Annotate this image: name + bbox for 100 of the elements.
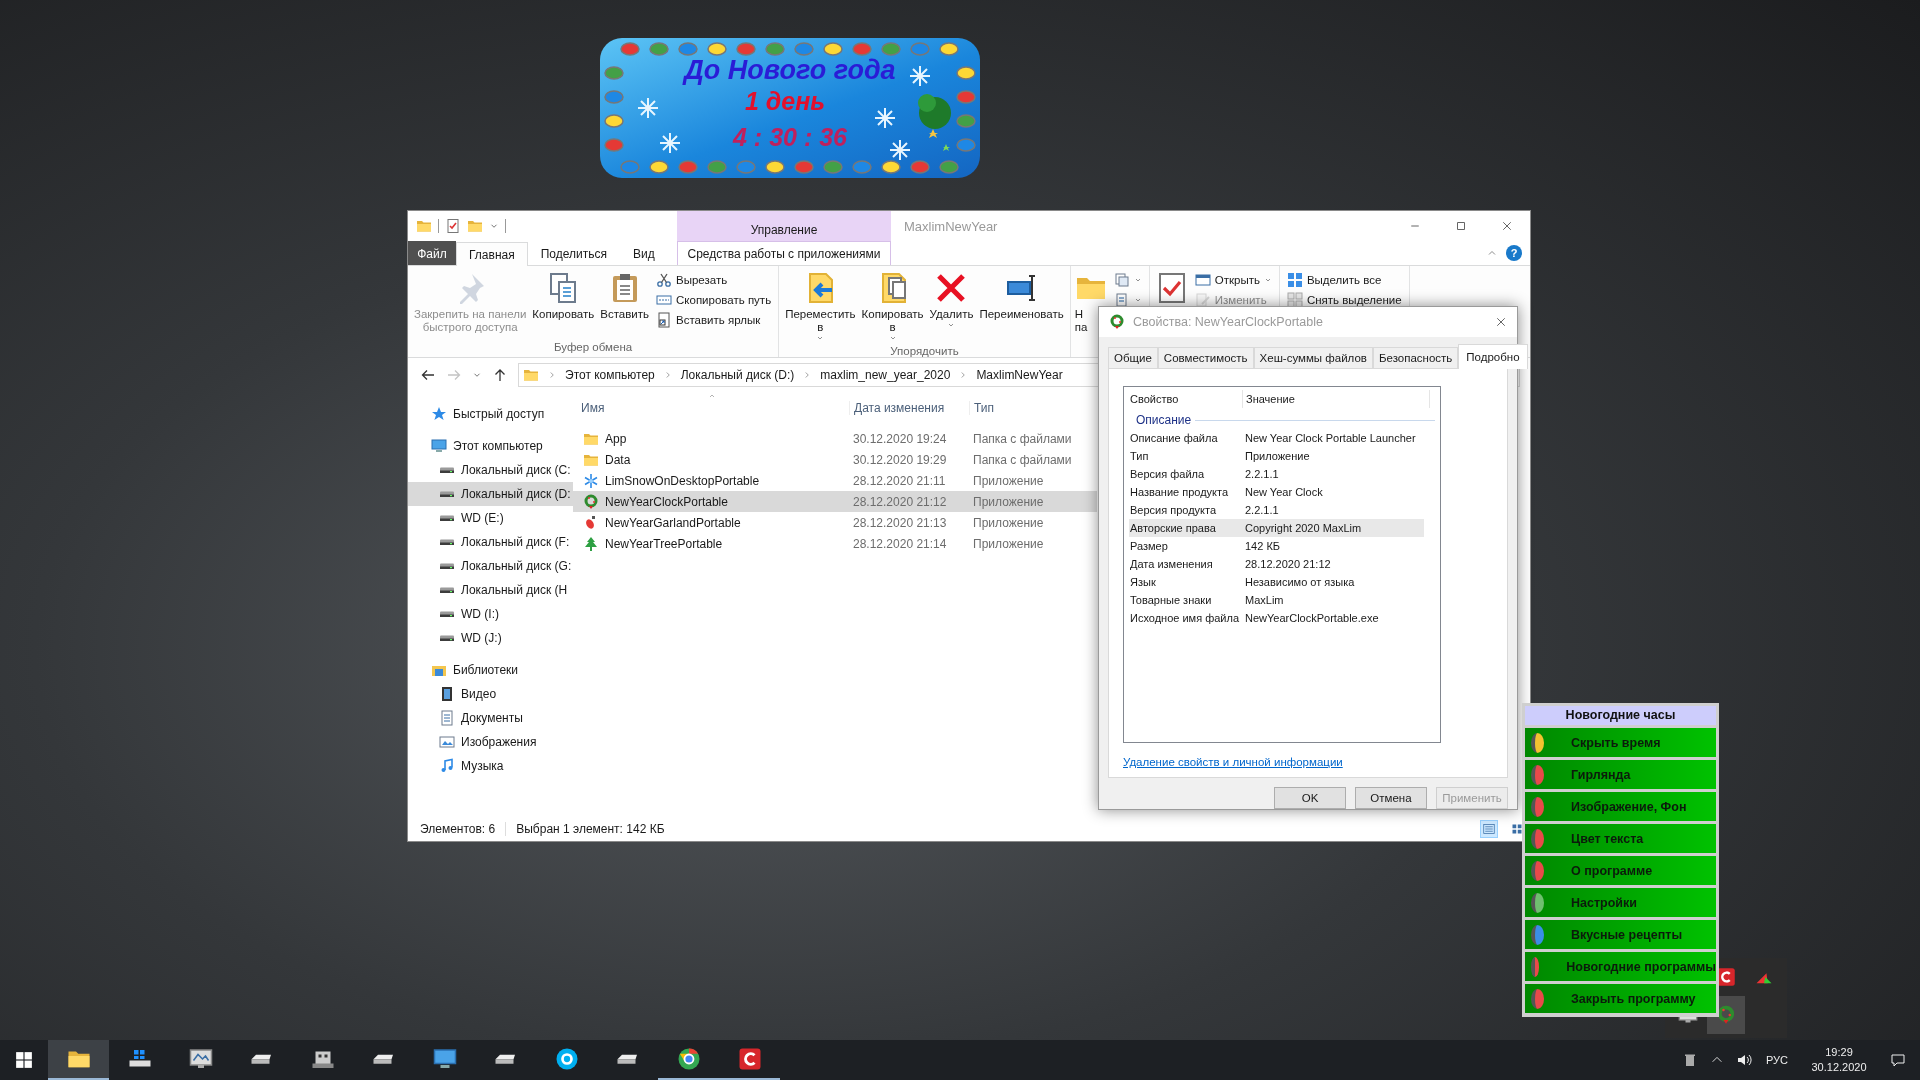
navigation-item[interactable]: WD (J:) [408,626,573,650]
help-button[interactable]: ? [1506,245,1522,261]
property-row[interactable]: Название продукта New Year Clock [1129,483,1424,501]
countdown-time: 4 : 30 : 36 [733,122,847,153]
dialog-tab[interactable]: Безопасность [1372,347,1459,368]
remove-properties-link[interactable]: Удаление свойств и личной информации [1123,756,1493,768]
property-row[interactable]: Язык Независимо от языка [1129,573,1424,591]
property-name: Товарные знаки [1129,594,1213,606]
dialog-button[interactable]: OK [1274,787,1346,809]
property-row[interactable]: Версия продукта 2.2.1.1 [1129,501,1424,519]
menu-item[interactable]: Закрыть программу [1525,984,1716,1013]
breadcrumb-item[interactable]: MaxlimNewYear [976,368,1063,382]
ribbon-tab[interactable]: Вид [619,241,668,265]
property-row[interactable]: Исходное имя файла NewYearClockPortable.exe [1129,609,1424,627]
dialog-title: Свойства: NewYearClockPortable [1133,315,1323,329]
ribbon-button[interactable]: Копировать [530,270,597,323]
menu-title: Новогодние часы [1525,706,1716,725]
file-row[interactable]: App 30.12.2020 19:24 Папка с файлами [573,428,1097,449]
back-icon[interactable] [420,367,436,383]
file-name: NewYearClockPortable [605,494,728,509]
navigation-item[interactable]: Этот компьютер [408,434,573,458]
select-all-icon [1286,272,1303,288]
file-name: NewYearTreePortable [605,536,723,551]
navigation-item[interactable]: WD (E:) [408,506,573,530]
ribbon-button[interactable]: Удалить [927,270,976,331]
navigation-item[interactable]: Локальный диск (C: [408,458,573,482]
file-row[interactable]: NewYearGarlandPortable 28.12.2020 21:13 Приложение [573,512,1097,533]
dialog-tab[interactable]: Совместимость [1157,347,1254,368]
file-row[interactable]: NewYearTreePortable 28.12.2020 21:14 Приложение [573,533,1097,554]
taskbar-button[interactable] [48,1040,109,1080]
breadcrumb-item[interactable]: maxlim_new_year_2020 [820,368,951,382]
clock[interactable]: 19:29 30.12.2020 [1796,1040,1882,1080]
navigation-item[interactable]: Видео [408,682,573,706]
property-value: Copyright 2020 MaxLim [1244,522,1363,534]
computer-icon [432,1047,457,1071]
menu-item[interactable]: О программе [1525,856,1716,885]
ribbon-button[interactable]: Переместить в [783,270,858,344]
file-row[interactable]: Data 30.12.2020 19:29 Папка с файлами [573,449,1097,470]
ribbon-tab[interactable]: Поделиться [527,241,620,265]
dialog-tab[interactable]: Общие [1108,347,1158,368]
column-header[interactable]: Имя [573,401,849,415]
ribbon-button[interactable]: Копировать в [859,270,926,344]
ribbon-button[interactable]: Вставить [598,270,651,323]
close-icon [1501,220,1513,232]
property-row[interactable]: Описание файла New Year Clock Portable Launcher [1129,429,1424,447]
ribbon-group-label: Буфер обмена [554,340,633,355]
ribbon-button[interactable]: Снять выделение [1283,291,1405,309]
dialog-tab[interactable]: Подробно [1458,344,1528,369]
checklist-icon[interactable] [445,218,461,234]
menu-item[interactable]: Гирлянда [1525,760,1716,789]
ribbon-tab[interactable]: Главная [456,242,528,266]
menu-item[interactable]: Скрыть время [1525,728,1716,757]
menu-item[interactable]: Вкусные рецепты [1525,920,1716,949]
dialog-button[interactable]: Отмена [1355,787,1427,809]
navigation-item[interactable]: WD (I:) [408,602,573,626]
chat-app-icon [554,1047,579,1071]
navigation-item[interactable]: Быстрый доступ [408,402,573,426]
menu-item[interactable]: Новогодние программы [1525,952,1716,981]
breadcrumb-item[interactable]: Локальный диск (D:) [680,368,795,382]
property-row[interactable]: Тип Приложение [1129,447,1424,465]
keyboard-language[interactable]: РУС [1765,1054,1788,1066]
ribbon-tab[interactable]: Средства работы с приложениями [677,241,891,265]
ribbon-button[interactable]: Открыть [1191,271,1275,289]
column-header[interactable]: Тип [969,401,1090,415]
ribbon-tab[interactable]: Файл [408,241,456,265]
property-row[interactable]: Дата изменения 28.12.2020 21:12 [1129,555,1424,573]
navigation-item[interactable]: Локальный диск (G: [408,554,573,578]
navigation-item[interactable]: Изображения [408,730,573,754]
notification-icon[interactable] [1890,1052,1906,1068]
ribbon-button[interactable]: Выделить все [1283,271,1405,289]
navigation-item[interactable]: Музыка [408,754,573,778]
navigation-item[interactable]: Локальный диск (H [408,578,573,602]
drive-icon [493,1053,518,1065]
menu-item[interactable]: Цвет текста [1525,824,1716,853]
ribbon-button[interactable]: Вставить ярлык [653,311,775,329]
navigation-item[interactable]: Локальный диск (F: [408,530,573,554]
file-row[interactable]: NewYearClockPortable 28.12.2020 21:12 Приложение [573,491,1097,512]
menu-item[interactable]: Изображение, Фон [1525,792,1716,821]
property-row[interactable]: Версия файла 2.2.1.1 [1129,465,1424,483]
column-header[interactable]: Дата изменения [849,401,969,415]
property-row[interactable]: Размер 142 КБ [1129,537,1424,555]
navigation-item[interactable]: Локальный диск (D: [408,482,573,506]
navigation-item[interactable]: Библиотеки [408,658,573,682]
tree-icon [583,535,599,552]
folder-icon [523,367,539,383]
file-date: 28.12.2020 21:12 [852,494,948,509]
ribbon-button[interactable]: Скопировать путь [653,291,775,309]
close-icon[interactable] [1495,316,1507,328]
file-row[interactable]: LimSnowOnDesktopPortable 28.12.2020 21:11 Приложение [573,470,1097,491]
speaker-icon[interactable] [1735,1052,1752,1068]
ribbon-button[interactable]: Переименовать [977,270,1066,323]
property-row[interactable]: Авторские права Copyright 2020 MaxLim [1129,519,1424,537]
drive-icon [439,490,455,498]
details-view-button[interactable] [1480,820,1498,838]
navigation-item[interactable]: Документы [408,706,573,730]
ribbon-button[interactable]: Вырезать [653,271,775,289]
dialog-tab[interactable]: Хеш-суммы файлов [1253,347,1373,368]
breadcrumb-item[interactable]: Этот компьютер [565,368,655,382]
menu-item[interactable]: Настройки [1525,888,1716,917]
property-row[interactable]: Товарные знаки MaxLim [1129,591,1424,609]
